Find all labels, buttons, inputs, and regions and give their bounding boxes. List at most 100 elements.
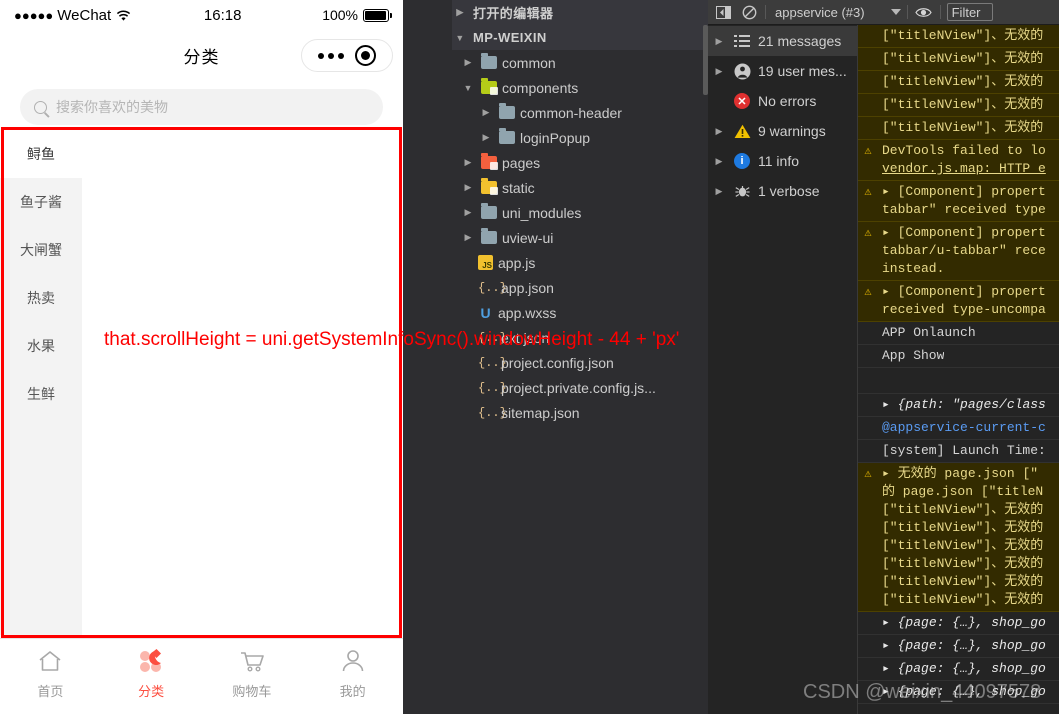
error-icon: ✕ <box>732 93 752 109</box>
log-text: ["titleNView"]、无效的 <box>882 120 1044 135</box>
category-sidebar: 鲟鱼 鱼子酱 大闸蟹 热卖 水果 生鲜 <box>0 130 82 635</box>
chevron-right-icon[interactable]: ▶ <box>712 186 726 197</box>
log-object-preview[interactable]: ▸ {page: {…}, shop_go <box>882 637 1046 655</box>
chevron-right-icon[interactable]: ▶ <box>460 57 476 68</box>
sidebar-item-shengxian[interactable]: 生鲜 <box>0 370 82 418</box>
eye-icon[interactable] <box>914 3 934 21</box>
tree-item-app-js[interactable]: JS app.js <box>452 250 708 275</box>
log-row[interactable]: ["titleNView"]、无效的 <box>858 117 1059 140</box>
tree-item-app-wxss[interactable]: U app.wxss <box>452 300 708 325</box>
panel-toggle-icon[interactable] <box>713 3 733 21</box>
chevron-down-icon[interactable]: ▼ <box>452 33 468 43</box>
verbose-icon <box>732 184 752 198</box>
console-filter-user-messages[interactable]: ▶ 19 user mes... <box>708 56 857 86</box>
tree-item-loginpopup[interactable]: ▶ loginPopup <box>452 125 708 150</box>
console-filter-info[interactable]: ▶ i 11 info <box>708 146 857 176</box>
log-row[interactable]: ["titleNView"]、无效的 <box>858 71 1059 94</box>
log-object-preview[interactable]: ▸ {page: {…}, shop_go <box>882 683 1046 701</box>
log-text: App Show <box>882 348 945 363</box>
chevron-right-icon[interactable]: ▶ <box>452 7 468 18</box>
chevron-right-icon[interactable]: ▶ <box>478 107 494 118</box>
tree-item-static[interactable]: ▶ static <box>452 175 708 200</box>
log-row[interactable]: @appservice-current-c <box>858 417 1059 440</box>
chevron-right-icon[interactable]: ▶ <box>712 36 726 47</box>
log-object-preview[interactable]: ▸ {path: "pages/class <box>882 396 1046 414</box>
log-row[interactable]: ⚠ ▸ [Component] propert tabbar/u-tabbar"… <box>858 222 1059 281</box>
sidebar-item-shuiguo[interactable]: 水果 <box>0 322 82 370</box>
log-row[interactable]: APP Onlaunch <box>858 322 1059 345</box>
console-filter-messages[interactable]: ▶ 21 messages <box>708 26 857 56</box>
tree-item-project-config-json[interactable]: {..} project.config.json <box>452 350 708 375</box>
log-row[interactable]: ▸ {page: {…}, shop_go <box>858 635 1059 658</box>
chevron-right-icon[interactable]: ▶ <box>460 157 476 168</box>
console-context-selector[interactable]: appservice (#3) <box>772 5 901 20</box>
context-label: appservice (#3) <box>775 4 865 20</box>
tree-item-uview-ui[interactable]: ▶ uview-ui <box>452 225 708 250</box>
capsule-menu[interactable] <box>301 39 393 72</box>
log-row[interactable]: ⚠ ▸ [Component] propert received type-un… <box>858 281 1059 322</box>
chevron-right-icon[interactable]: ▶ <box>460 207 476 218</box>
chevron-right-icon[interactable]: ▶ <box>478 132 494 143</box>
tab-profile[interactable]: 我的 <box>302 647 403 700</box>
tab-home[interactable]: 首页 <box>0 647 101 700</box>
log-row[interactable]: ▸ {page: {…}, shop_go <box>858 681 1059 704</box>
log-object-preview[interactable]: ▸ {page: {…}, shop_go <box>882 614 1046 632</box>
tree-item-uni-modules[interactable]: ▶ uni_modules <box>452 200 708 225</box>
log-source-link[interactable]: vendor.js.map: HTTP e <box>882 160 1046 178</box>
explorer-section-project[interactable]: ▼ MP-WEIXIN <box>452 25 708 50</box>
log-row[interactable]: ▸ {path: "pages/class <box>858 394 1059 417</box>
tab-cart[interactable]: 购物车 <box>202 647 303 700</box>
console-filter-errors[interactable]: ✕ No errors <box>708 86 857 116</box>
sidebar-item-remai[interactable]: 热卖 <box>0 274 82 322</box>
chevron-right-icon[interactable]: ▶ <box>460 182 476 193</box>
tree-item-label: components <box>502 79 579 96</box>
chevron-right-icon[interactable]: ▶ <box>712 126 726 137</box>
tree-item-components[interactable]: ▼ components <box>452 75 708 100</box>
log-row[interactable]: ["titleNView"]、无效的 <box>858 94 1059 117</box>
log-text: tabbar/u-tabbar" rece <box>882 243 1046 258</box>
status-bar: ●●●●● WeChat 16:18 100% <box>0 0 403 30</box>
chevron-right-icon[interactable]: ▶ <box>460 232 476 243</box>
chevron-right-icon[interactable]: ▶ <box>712 66 726 77</box>
more-dots-icon[interactable] <box>317 52 344 59</box>
tree-item-pages[interactable]: ▶ pages <box>452 150 708 175</box>
log-object-preview[interactable]: ▸ {page: {…}, shop_go <box>882 660 1046 678</box>
tree-item-common-header[interactable]: ▶ common-header <box>452 100 708 125</box>
sidebar-item-dazhaxie[interactable]: 大闸蟹 <box>0 226 82 274</box>
log-row[interactable]: ▸ {page: {…}, shop_go <box>858 658 1059 681</box>
clear-console-icon[interactable] <box>739 3 759 21</box>
sidebar-item-xunyu[interactable]: 鲟鱼 <box>0 130 82 178</box>
goods-list-panel[interactable] <box>82 130 403 635</box>
chevron-right-icon[interactable]: ▶ <box>712 156 726 167</box>
tab-category[interactable]: 分类 <box>101 647 202 700</box>
explorer-section-open-editors[interactable]: ▶ 打开的编辑器 <box>452 0 708 25</box>
log-row[interactable]: ▸ {page: {…}, shop_go <box>858 612 1059 635</box>
tree-item-common[interactable]: ▶ common <box>452 50 708 75</box>
filter-input[interactable]: Filter <box>946 3 993 21</box>
tree-item-label: app.json <box>501 279 554 296</box>
log-row[interactable]: ⚠ ▸ 无效的 page.json [" 的 page.json ["title… <box>858 463 1059 612</box>
log-row[interactable]: ["titleNView"]、无效的 <box>858 25 1059 48</box>
tree-item-app-json[interactable]: {..} app.json <box>452 275 708 300</box>
log-row[interactable]: [system] Launch Time: <box>858 440 1059 463</box>
search-input[interactable]: 搜索你喜欢的美物 <box>20 89 383 125</box>
log-row[interactable]: ⚠ DevTools failed to lo vendor.js.map: H… <box>858 140 1059 181</box>
console-filter-verbose[interactable]: ▶ 1 verbose <box>708 176 857 206</box>
tree-item-project-private-config[interactable]: {..} project.private.config.js... <box>452 375 708 400</box>
category-label: 生鲜 <box>27 386 55 402</box>
tree-item-ext-json[interactable]: {..} ext.json <box>452 325 708 350</box>
log-row[interactable]: ["titleNView"]、无效的 <box>858 48 1059 71</box>
log-row-empty[interactable] <box>858 368 1059 394</box>
log-row[interactable]: App Show <box>858 345 1059 368</box>
chevron-down-icon[interactable]: ▼ <box>460 83 476 93</box>
console-log-list[interactable]: ["titleNView"]、无效的 ["titleNView"]、无效的 ["… <box>858 25 1059 714</box>
log-text-block: ▸ 无效的 page.json [" 的 page.json ["titleN … <box>882 465 1043 609</box>
cart-icon <box>237 647 267 675</box>
target-circle-icon[interactable] <box>355 45 377 66</box>
log-row[interactable]: ⚠ ▸ [Component] propert tabbar" received… <box>858 181 1059 222</box>
console-filter-warnings[interactable]: ▶ 9 warnings <box>708 116 857 146</box>
log-text: ▸ [Component] propert <box>882 284 1046 299</box>
sidebar-item-yuzijiang[interactable]: 鱼子酱 <box>0 178 82 226</box>
chevron-down-icon[interactable] <box>890 9 901 15</box>
tree-item-sitemap-json[interactable]: {..} sitemap.json <box>452 400 708 425</box>
